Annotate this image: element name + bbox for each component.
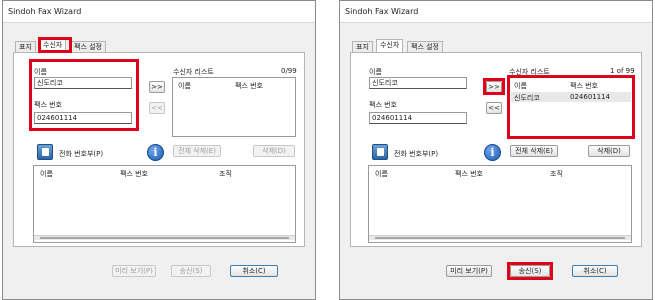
col-name: 이름 <box>514 82 527 90</box>
recipient-list-title: 수신자 리스트 <box>509 68 550 76</box>
remove-recipient-button[interactable]: << <box>149 102 165 114</box>
remove-recipient-button[interactable]: << <box>486 102 502 114</box>
recipient-count: 0/99 <box>281 67 297 75</box>
preview-button[interactable]: 미리 보기(P) <box>446 265 492 277</box>
name-input[interactable]: 신도리코 <box>369 77 467 89</box>
fax-number-label: 팩스 번호 <box>369 101 397 109</box>
fax-number-input[interactable]: 024601114 <box>369 112 467 124</box>
col-fax-number: 팩스 번호 <box>120 170 148 178</box>
horizontal-scrollbar[interactable] <box>34 235 295 240</box>
fax-number-input[interactable]: 024601114 <box>34 112 132 124</box>
tab-recipient[interactable]: 수신자 <box>39 39 67 53</box>
col-fax-number: 팩스 번호 <box>235 82 263 90</box>
col-fax-number: 팩스 번호 <box>570 82 598 90</box>
phonebook-list[interactable]: 이름 팩스 번호 조직 <box>33 165 296 243</box>
name-label: 이름 <box>34 68 47 76</box>
recipient-fax-cell: 024601114 <box>570 93 611 101</box>
recipient-list-title: 수신자 리스트 <box>173 68 214 76</box>
add-recipient-button[interactable]: >> <box>486 81 502 93</box>
recipient-count: 1 of 99 <box>610 67 635 75</box>
title-bar: Sindoh Fax Wizard <box>3 1 315 23</box>
col-fax-number: 팩스 번호 <box>455 170 483 178</box>
cancel-button[interactable]: 취소(C) <box>572 265 618 277</box>
info-icon[interactable]: i <box>484 144 501 161</box>
fax-number-label: 팩스 번호 <box>34 101 62 109</box>
cancel-button[interactable]: 취소(C) <box>230 265 278 277</box>
address-book-icon[interactable] <box>372 144 388 160</box>
scrollbar-thumb[interactable] <box>375 237 625 239</box>
preview-button[interactable]: 미리 보기(P) <box>112 265 156 277</box>
col-name: 이름 <box>40 170 53 178</box>
recipient-list[interactable]: 이름 팩스 번호 <box>172 77 296 137</box>
phonebook-list[interactable]: 이름 팩스 번호 조직 <box>368 165 632 243</box>
recipient-name-cell: 신도리코 <box>514 94 540 102</box>
delete-all-button[interactable]: 전체 삭제(E) <box>173 145 221 157</box>
title-bar: Sindoh Fax Wizard <box>340 1 652 23</box>
window-title: Sindoh Fax Wizard <box>8 7 82 16</box>
phonebook-label: 전화 번호부(P) <box>394 150 439 158</box>
info-icon[interactable]: i <box>147 144 164 161</box>
col-organization: 조직 <box>219 170 232 178</box>
address-book-icon[interactable] <box>37 144 53 160</box>
fax-wizard-window-right: Sindoh Fax Wizard 표지 수신자 팩스 설정 이름 신도리코 팩… <box>339 0 653 300</box>
send-button[interactable]: 송신(S) <box>510 265 550 277</box>
name-input[interactable]: 신도리코 <box>34 77 132 89</box>
col-organization: 조직 <box>550 170 563 178</box>
tab-recipient[interactable]: 수신자 <box>376 39 404 53</box>
delete-button[interactable]: 삭제(D) <box>588 145 630 157</box>
scrollbar-thumb[interactable] <box>40 237 289 239</box>
fax-wizard-window-left: Sindoh Fax Wizard 표지 수신자 팩스 설정 이름 신도리코 팩… <box>2 0 316 300</box>
delete-all-button[interactable]: 전체 삭제(E) <box>510 145 558 157</box>
phonebook-label: 전화 번호부(P) <box>59 150 104 158</box>
col-name: 이름 <box>375 170 388 178</box>
col-name: 이름 <box>178 82 191 90</box>
recipient-list[interactable]: 이름 팩스 번호 신도리코 024601114 <box>509 77 633 137</box>
window-title: Sindoh Fax Wizard <box>345 7 419 16</box>
delete-button[interactable]: 삭제(D) <box>253 145 295 157</box>
add-recipient-button[interactable]: >> <box>149 81 165 93</box>
horizontal-scrollbar[interactable] <box>369 235 631 240</box>
name-label: 이름 <box>369 68 382 76</box>
send-button[interactable]: 송신(S) <box>171 265 211 277</box>
